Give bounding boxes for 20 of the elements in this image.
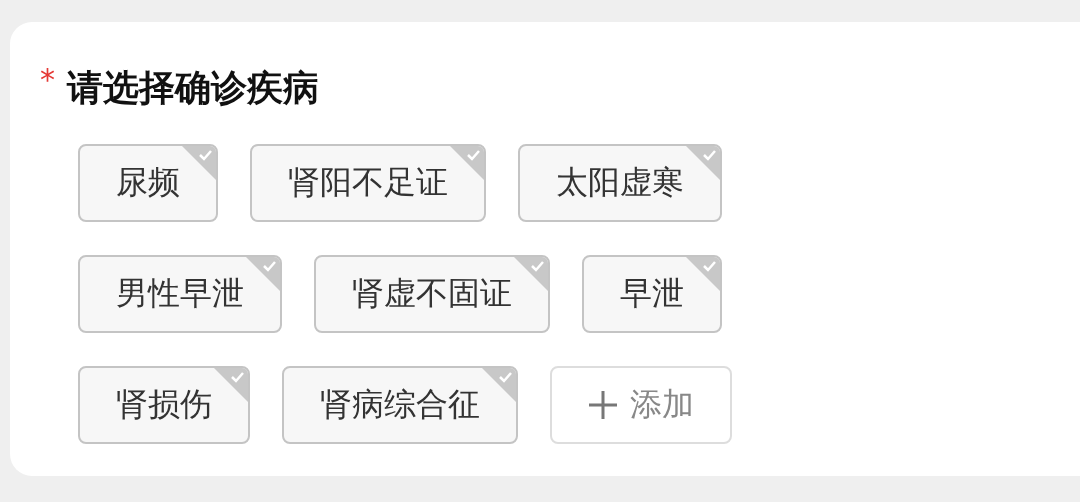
- diagnosis-tag[interactable]: 肾阳不足证: [250, 144, 486, 222]
- plus-icon: [588, 390, 618, 420]
- check-corner-icon: [246, 257, 280, 291]
- add-button[interactable]: 添加: [550, 366, 732, 444]
- diagnosis-tag[interactable]: 男性早泄: [78, 255, 282, 333]
- check-corner-icon: [182, 146, 216, 180]
- diagnosis-tag[interactable]: 肾损伤: [78, 366, 250, 444]
- diagnosis-tag[interactable]: 肾虚不固证: [314, 255, 550, 333]
- diagnosis-tag[interactable]: 早泄: [582, 255, 722, 333]
- check-corner-icon: [214, 368, 248, 402]
- diagnosis-tag[interactable]: 肾病综合征: [282, 366, 518, 444]
- diagnosis-tag[interactable]: 太阳虚寒: [518, 144, 722, 222]
- diagnosis-tag[interactable]: 尿频: [78, 144, 218, 222]
- check-corner-icon: [686, 146, 720, 180]
- check-corner-icon: [514, 257, 548, 291]
- check-corner-icon: [686, 257, 720, 291]
- required-mark: *: [40, 62, 55, 97]
- check-corner-icon: [482, 368, 516, 402]
- form-title: 请选择确诊疾病: [67, 65, 319, 110]
- check-corner-icon: [450, 146, 484, 180]
